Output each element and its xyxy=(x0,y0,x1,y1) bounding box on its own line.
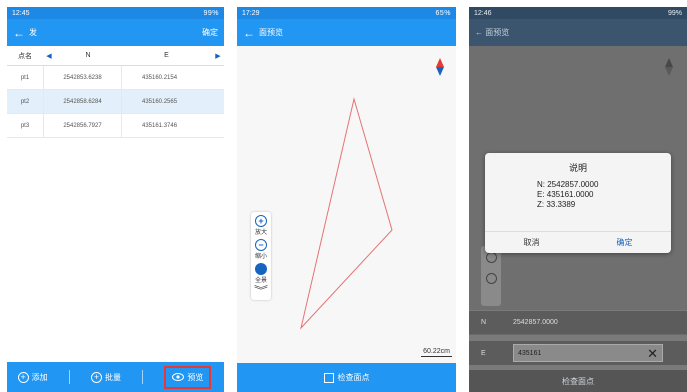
cell-e: 435161.3746 xyxy=(121,114,224,137)
dialog-line-z: Z: 33.3389 xyxy=(537,200,576,209)
globe-icon xyxy=(254,263,267,275)
app-bar: ← 面预览 xyxy=(237,19,456,46)
cell-n: 2542856.7927 xyxy=(43,114,121,137)
cell-n: 2542853.6238 xyxy=(43,66,121,89)
e-input-value: 435161 xyxy=(518,349,542,357)
check-area-points-label: 检查面点 xyxy=(337,373,370,382)
phone-screen-point-dialog: 12:46 99% ← 面预览 N 2542857.0000 E 435161 … xyxy=(469,7,687,392)
status-bar: 17:29 65% xyxy=(237,7,456,19)
map-tools: + 放大 − 缩小 全景 ︾ xyxy=(251,212,271,300)
status-time: 12:45 xyxy=(12,9,30,17)
zoom-out-label: 缩小 xyxy=(254,254,267,260)
e-input[interactable]: 435161 ✕ xyxy=(513,344,663,362)
ok-button[interactable]: 确定 xyxy=(578,232,671,253)
table-header: 点名 ◀ N E ▶ xyxy=(7,46,224,66)
preview-button[interactable]: 预览 xyxy=(164,365,212,389)
status-battery: 99% xyxy=(203,9,219,17)
map-tools xyxy=(481,246,501,306)
confirm-button[interactable]: 确定 xyxy=(202,27,218,38)
check-area-points-button[interactable]: 检查面点 xyxy=(237,363,456,392)
more-tools-button[interactable]: ︾ xyxy=(254,286,268,297)
table-row-selected[interactable]: pt2 2542858.6284 435160.2565 xyxy=(7,90,224,114)
eye-icon xyxy=(172,373,185,381)
status-time: 17:29 xyxy=(242,9,260,17)
chevron-double-down-icon: ︾ xyxy=(254,286,268,297)
app-bar: ← 面预览 xyxy=(469,19,687,46)
compass-icon[interactable] xyxy=(436,58,444,76)
e-label: E xyxy=(481,349,486,357)
compass-icon xyxy=(665,58,673,76)
page-title: 面预览 xyxy=(485,28,510,37)
cell-n: 2542858.6284 xyxy=(43,90,121,113)
table-row[interactable]: pt1 2542853.6238 435160.2154 xyxy=(7,66,224,90)
header-e: E xyxy=(164,52,169,59)
zoom-in-button[interactable]: + 放大 xyxy=(254,215,267,236)
cell-point-name: pt1 xyxy=(20,74,30,81)
divider xyxy=(68,370,70,384)
n-row: N 2542857.0000 xyxy=(469,311,687,335)
bottom-toolbar: + 添加 + 批量 预览 xyxy=(7,362,224,392)
e-row: E 435161 ✕ xyxy=(469,341,687,365)
full-extent-label: 全景 xyxy=(254,278,267,284)
cancel-button[interactable]: 取消 xyxy=(485,232,578,253)
header-point-name: 点名 xyxy=(18,52,32,60)
clear-icon[interactable]: ✕ xyxy=(647,347,662,360)
dialog-buttons: 取消 确定 xyxy=(485,231,671,253)
table-row[interactable]: pt3 2542856.7927 435161.3746 xyxy=(7,114,224,138)
n-label: N xyxy=(481,319,487,326)
scroll-right-icon[interactable]: ▶ xyxy=(212,52,224,60)
check-area-points-button: 检查面点 xyxy=(469,370,687,392)
info-dialog: 说明 N: 2542857.0000 E: 435161.0000 Z: 33.… xyxy=(485,153,671,253)
page-title: 面预览 xyxy=(259,28,283,37)
check-area-points-label: 检查面点 xyxy=(562,376,594,386)
dialog-title: 说明 xyxy=(568,163,587,173)
status-battery: 99% xyxy=(667,9,682,17)
scroll-left-icon[interactable]: ◀ xyxy=(43,52,55,60)
status-battery: 65% xyxy=(435,9,451,17)
page-title: 发 xyxy=(29,28,37,37)
zoom-in-label: 放大 xyxy=(254,230,267,236)
phone-screen-area-preview: 17:29 65% ← 面预览 + 放大 − 缩小 全景 ︾ 60.22cm 检… xyxy=(237,7,456,392)
add-button[interactable]: + 添加 xyxy=(17,371,48,383)
plus-circle-icon: + xyxy=(90,371,102,383)
cell-point-name: pt3 xyxy=(20,122,30,129)
cell-point-name: pt2 xyxy=(20,98,30,105)
header-n: N xyxy=(85,52,91,59)
scale-bar: 60.22cm xyxy=(421,348,452,357)
zoom-out-icon xyxy=(485,273,497,284)
cell-e: 435160.2565 xyxy=(121,90,224,113)
dialog-content: N: 2542857.0000 E: 435161.0000 Z: 33.338… xyxy=(537,180,671,210)
phone-screen-point-list: 12:45 99% ← 发 确定 点名 ◀ N E ▶ pt1 2542853.… xyxy=(7,7,224,392)
check-grid-icon xyxy=(323,372,334,383)
zoom-in-icon xyxy=(485,252,497,263)
zoom-in-icon: + xyxy=(254,215,267,227)
status-bar: 12:46 99% xyxy=(469,7,687,19)
n-value: 2542857.0000 xyxy=(513,319,558,326)
map-canvas[interactable]: + 放大 − 缩小 全景 ︾ 60.22cm xyxy=(237,46,456,363)
back-arrow-icon[interactable]: ← xyxy=(243,26,255,40)
app-bar: ← 发 确定 xyxy=(7,19,224,46)
batch-label: 批量 xyxy=(104,372,121,382)
zoom-out-button[interactable]: − 缩小 xyxy=(254,239,267,260)
cell-e: 435160.2154 xyxy=(121,66,224,89)
back-arrow-icon[interactable]: ← xyxy=(475,28,485,37)
preview-label: 预览 xyxy=(187,372,204,382)
back-arrow-icon[interactable]: ← xyxy=(13,26,25,40)
batch-button[interactable]: + 批量 xyxy=(90,371,121,383)
dialog-line-n: N: 2542857.0000 xyxy=(537,180,599,189)
status-time: 12:46 xyxy=(474,9,492,17)
polygon-shape xyxy=(300,97,393,330)
plus-circle-icon: + xyxy=(17,371,29,383)
dialog-line-e: E: 435161.0000 xyxy=(537,190,594,199)
zoom-out-icon: − xyxy=(254,239,267,251)
status-bar: 12:45 99% xyxy=(7,7,224,19)
add-label: 添加 xyxy=(31,372,48,382)
divider xyxy=(142,370,144,384)
full-extent-button[interactable]: 全景 xyxy=(254,263,267,284)
